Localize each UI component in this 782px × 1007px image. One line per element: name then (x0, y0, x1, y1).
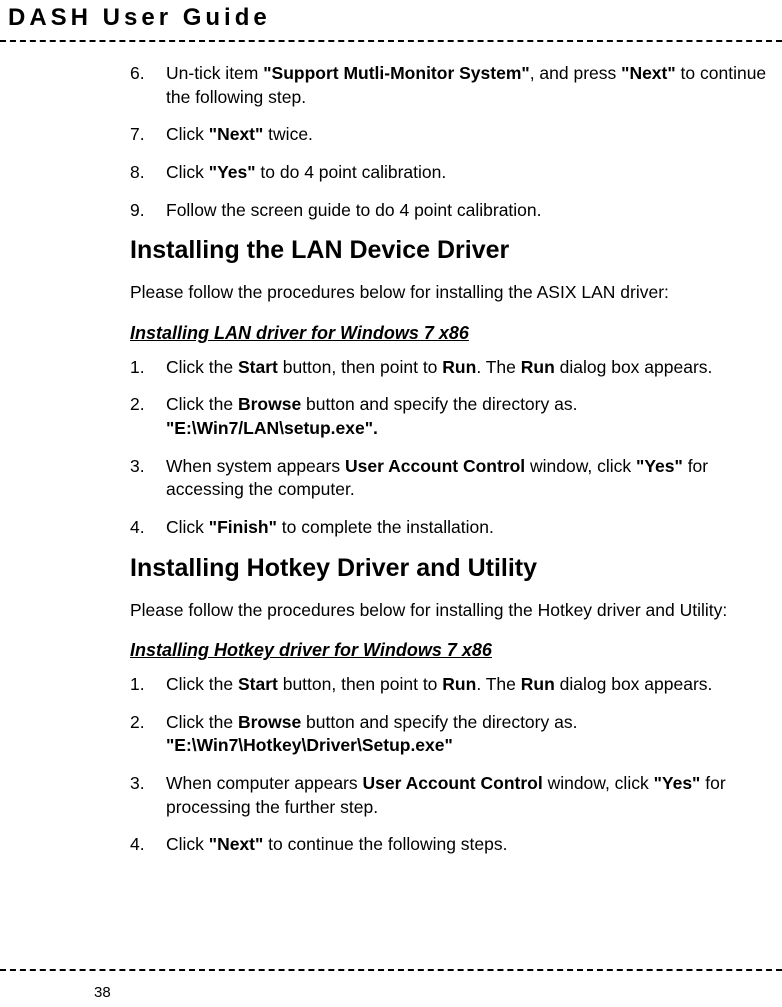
list-item: 2. Click the Browse button and specify t… (130, 393, 774, 440)
item-number: 1. (130, 356, 166, 380)
item-number: 4. (130, 516, 166, 540)
item-body: Click "Next" to continue the following s… (166, 833, 774, 857)
item-number: 6. (130, 62, 166, 109)
list-item: 4. Click "Finish" to complete the instal… (130, 516, 774, 540)
step-list-hotkey: 1. Click the Start button, then point to… (130, 673, 774, 857)
list-item: 3. When computer appears User Account Co… (130, 772, 774, 819)
list-item: 1. Click the Start button, then point to… (130, 673, 774, 697)
item-number: 7. (130, 123, 166, 147)
section-intro: Please follow the procedures below for i… (130, 281, 774, 305)
section-intro: Please follow the procedures below for i… (130, 599, 774, 623)
item-number: 2. (130, 393, 166, 440)
item-body: Click "Next" twice. (166, 123, 774, 147)
section-heading-lan: Installing the LAN Device Driver (130, 236, 774, 265)
list-item: 4. Click "Next" to continue the followin… (130, 833, 774, 857)
item-number: 3. (130, 772, 166, 819)
item-body: Un-tick item "Support Mutli-Monitor Syst… (166, 62, 774, 109)
item-number: 1. (130, 673, 166, 697)
item-number: 4. (130, 833, 166, 857)
item-body: Click "Finish" to complete the installat… (166, 516, 774, 540)
list-item: 2. Click the Browse button and specify t… (130, 711, 774, 758)
item-body: Click "Yes" to do 4 point calibration. (166, 161, 774, 185)
sub-heading-lan-win7: Installing LAN driver for Windows 7 x86 (130, 323, 774, 344)
item-body: Click the Start button, then point to Ru… (166, 356, 774, 380)
item-body: When computer appears User Account Contr… (166, 772, 774, 819)
section-heading-hotkey: Installing Hotkey Driver and Utility (130, 554, 774, 583)
item-number: 2. (130, 711, 166, 758)
list-item: 9. Follow the screen guide to do 4 point… (130, 199, 774, 223)
list-item: 3. When system appears User Account Cont… (130, 455, 774, 502)
page-header-title: DASH User Guide (0, 0, 782, 40)
page-content: 6. Un-tick item "Support Mutli-Monitor S… (0, 42, 782, 881)
item-body: Click the Browse button and specify the … (166, 393, 774, 440)
item-body: Click the Browse button and specify the … (166, 711, 774, 758)
list-item: 8. Click "Yes" to do 4 point calibration… (130, 161, 774, 185)
item-body: Follow the screen guide to do 4 point ca… (166, 199, 774, 223)
item-number: 8. (130, 161, 166, 185)
page-number: 38 (94, 984, 111, 1001)
step-list-lan: 1. Click the Start button, then point to… (130, 356, 774, 540)
list-item: 6. Un-tick item "Support Mutli-Monitor S… (130, 62, 774, 109)
sub-heading-hotkey-win7: Installing Hotkey driver for Windows 7 x… (130, 640, 774, 661)
list-item: 7. Click "Next" twice. (130, 123, 774, 147)
item-number: 3. (130, 455, 166, 502)
item-body: Click the Start button, then point to Ru… (166, 673, 774, 697)
divider-bottom (0, 969, 782, 971)
item-body: When system appears User Account Control… (166, 455, 774, 502)
step-list-continued: 6. Un-tick item "Support Mutli-Monitor S… (130, 62, 774, 222)
item-number: 9. (130, 199, 166, 223)
list-item: 1. Click the Start button, then point to… (130, 356, 774, 380)
